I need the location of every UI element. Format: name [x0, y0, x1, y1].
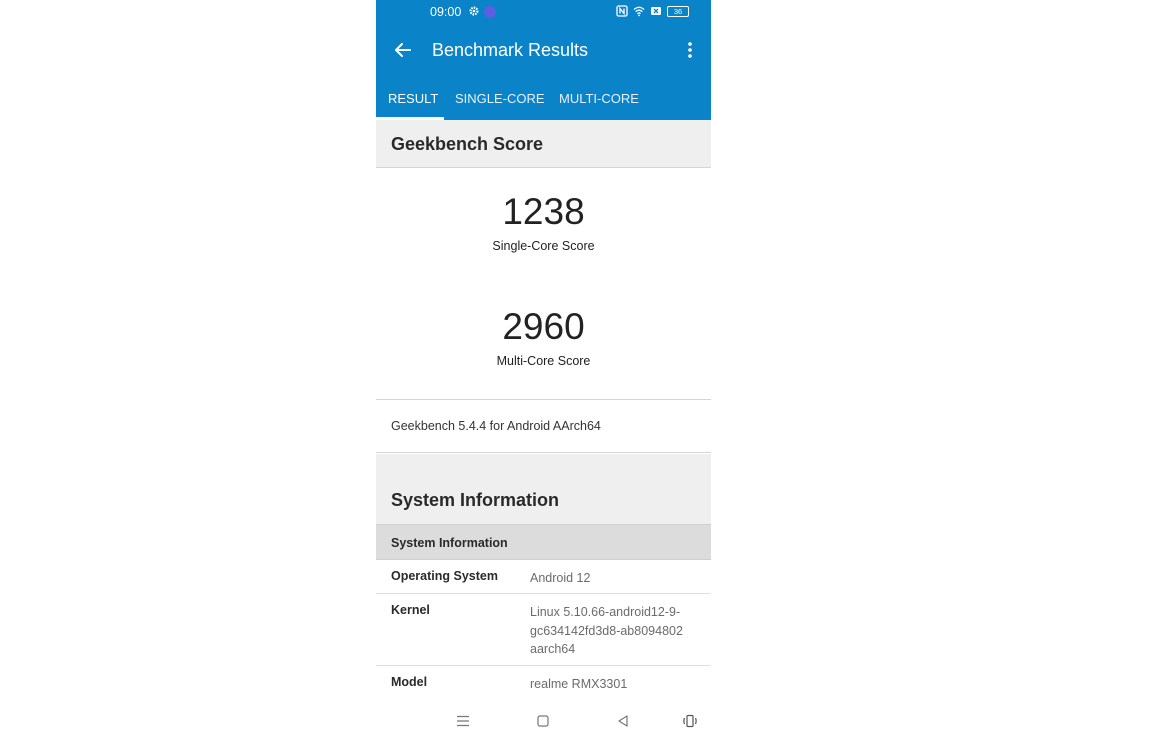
wifi-icon: [633, 6, 645, 17]
gear-icon: [469, 6, 479, 16]
system-information-heading: System Information: [391, 490, 560, 510]
multi-core-score-value: 2960: [502, 306, 585, 347]
menu-icon[interactable]: [455, 713, 471, 729]
rotate-icon[interactable]: [682, 713, 698, 729]
status-time: 09:00: [430, 5, 462, 19]
system-information-header: System Information: [376, 454, 711, 524]
system-information-subheader: System Information: [376, 524, 711, 560]
table-row: Operating System Android 12: [376, 560, 711, 594]
info-key: Kernel: [391, 603, 430, 617]
info-key: Model: [391, 675, 428, 689]
kernel-line: gc634142fd3d8-ab8094802: [530, 623, 683, 638]
table-row: Kernel Linux 5.10.66-android12-9- gc6341…: [376, 594, 711, 666]
nfc-icon: [616, 5, 628, 17]
single-core-score-value: 1238: [502, 191, 585, 232]
hotspot-icon: [484, 6, 496, 18]
info-value: Android 12: [530, 571, 591, 585]
version-row: Geekbench 5.4.4 for Android AArch64: [376, 399, 711, 453]
navigation-bar: [376, 700, 711, 747]
back-arrow-icon[interactable]: [392, 39, 414, 61]
battery-icon: 36: [667, 5, 689, 17]
tab-bar: RESULT SINGLE-CORE MULTI-CORE: [376, 83, 711, 120]
info-key: Operating System: [391, 569, 498, 583]
app-bar: Benchmark Results RESULT SINGLE-CORE MUL…: [376, 25, 711, 120]
geekbench-score-heading: Geekbench Score: [391, 134, 544, 154]
phone-screen: 09:00 36 Benchmark Results RESULT SINGLE…: [376, 0, 711, 747]
geekbench-version: Geekbench 5.4.4 for Android AArch64: [391, 419, 601, 433]
single-core-score: 1238 Single-Core Score: [376, 191, 711, 253]
tab-single-core[interactable]: SINGLE-CORE: [455, 91, 545, 106]
status-bar: 09:00 36: [376, 0, 711, 25]
page-title: Benchmark Results: [432, 40, 589, 60]
multi-core-score: 2960 Multi-Core Score: [376, 306, 711, 368]
geekbench-score-header: Geekbench Score: [376, 120, 711, 168]
tab-multi-core[interactable]: MULTI-CORE: [559, 91, 639, 106]
single-core-score-label: Single-Core Score: [492, 239, 595, 253]
tab-result[interactable]: RESULT: [388, 91, 438, 106]
system-information-subheading: System Information: [391, 536, 508, 550]
kernel-line: aarch64: [530, 642, 576, 656]
home-icon[interactable]: [535, 713, 551, 729]
info-value: Linux 5.10.66-android12-9- gc634142fd3d8…: [530, 603, 700, 659]
kernel-line: Linux 5.10.66-android12-9-: [530, 605, 681, 619]
back-icon[interactable]: [615, 713, 631, 729]
notification-icon: [651, 7, 661, 15]
more-vert-icon[interactable]: [684, 40, 696, 60]
info-value: realme RMX3301: [530, 677, 628, 691]
battery-level: 36: [673, 6, 683, 16]
table-row: Model realme RMX3301: [376, 666, 711, 700]
multi-core-score-label: Multi-Core Score: [496, 354, 591, 368]
status-icons: 36: [616, 5, 689, 17]
